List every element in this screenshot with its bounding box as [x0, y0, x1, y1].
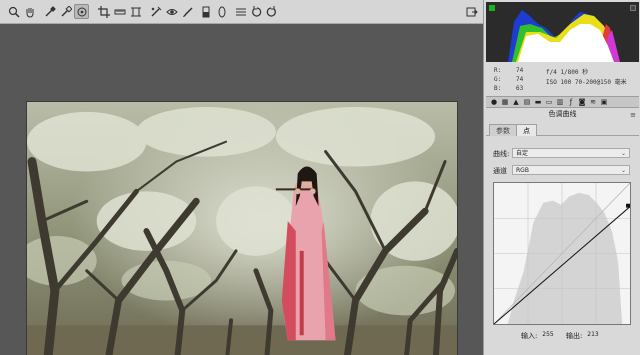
detail-icon[interactable]: ▲	[512, 98, 520, 106]
panel-title: 色调曲线	[486, 109, 639, 120]
rotate-right-icon[interactable]	[263, 4, 278, 19]
curve-select-value: 自定	[516, 150, 529, 157]
input-label: 输入:	[521, 332, 538, 340]
g-label: G:	[494, 76, 502, 83]
r-label: R:	[494, 67, 502, 74]
targeted-adjustment-icon[interactable]	[74, 4, 89, 19]
basic-icon[interactable]: ●	[490, 98, 498, 106]
straighten-icon[interactable]	[112, 4, 127, 19]
snapshots-icon[interactable]: ▣	[600, 98, 608, 106]
shadow-clipping-indicator[interactable]	[489, 5, 495, 11]
lens-corrections-icon[interactable]: ▭	[545, 98, 553, 106]
raw-editor-window: R: 74 G: 74 B: 63 f/4 1/800 秒 ISO 100 70-20…	[0, 0, 640, 355]
output-value[interactable]: 213	[585, 330, 601, 340]
rotate-left-icon[interactable]	[249, 4, 264, 19]
preferences-icon[interactable]	[233, 4, 248, 19]
curve-mode-tabs: 参数 点	[486, 122, 639, 136]
panel-tab-icons: ● ▦ ▲ ▤ ▬ ▭ ▥ ƒ ◙ ≋ ▣	[486, 96, 639, 108]
effects-icon[interactable]: ƒ	[567, 98, 575, 106]
chevron-down-icon: ⌄	[620, 167, 626, 174]
camera-info: f/4 1/800 秒 ISO 100 70-200@150 毫米	[546, 68, 627, 88]
iso-lens-text: ISO 100 70-200@150 毫米	[546, 79, 627, 86]
preview-photo[interactable]	[26, 101, 458, 355]
input-value[interactable]: 255	[540, 330, 556, 340]
red-eye-icon[interactable]	[164, 4, 179, 19]
tab-point[interactable]: 点	[516, 124, 537, 136]
curve-select[interactable]: 自定 ⌄	[512, 148, 630, 158]
output-label: 输出:	[566, 332, 583, 340]
transform-panel-icon[interactable]: ▥	[556, 98, 564, 106]
b-label: B:	[494, 85, 502, 92]
highlight-clipping-indicator[interactable]	[630, 5, 636, 11]
zoom-icon[interactable]	[6, 4, 21, 19]
hsl-icon[interactable]: ▤	[523, 98, 531, 106]
graduated-filter-icon[interactable]	[198, 4, 213, 19]
chevron-down-icon: ⌄	[620, 150, 626, 157]
r-value: 74	[516, 67, 524, 74]
panel-menu-icon[interactable]: ≡	[630, 111, 636, 119]
curve-label: 曲线:	[493, 150, 510, 158]
camera-calibration-icon[interactable]: ◙	[578, 98, 586, 106]
image-canvas[interactable]	[0, 24, 483, 355]
split-toning-icon[interactable]: ▬	[534, 98, 542, 106]
transform-icon[interactable]	[128, 4, 143, 19]
export-icon[interactable]	[464, 4, 479, 19]
g-value: 74	[516, 76, 524, 83]
white-balance-icon[interactable]	[42, 4, 57, 19]
crop-icon[interactable]	[96, 4, 111, 19]
right-panel: R: 74 G: 74 B: 63 f/4 1/800 秒 ISO 100 70-20…	[483, 0, 640, 355]
tone-curve-graph[interactable]	[493, 182, 631, 325]
channel-label: 通道	[493, 167, 507, 175]
presets-icon[interactable]: ≋	[589, 98, 597, 106]
spot-removal-icon[interactable]	[148, 4, 163, 19]
color-sampler-icon[interactable]	[58, 4, 73, 19]
rgb-readout: R: 74 G: 74 B: 63	[494, 66, 538, 93]
adjustment-brush-icon[interactable]	[180, 4, 195, 19]
channel-select[interactable]: RGB ⌄	[512, 165, 630, 175]
info-readout: R: 74 G: 74 B: 63 f/4 1/800 秒 ISO 100 70-20…	[486, 62, 639, 96]
curve-point[interactable]	[626, 203, 630, 208]
exposure-text: f/4 1/800 秒	[546, 69, 589, 76]
tone-curve-icon[interactable]: ▦	[501, 98, 509, 106]
tab-parametric[interactable]: 参数	[489, 124, 517, 136]
histogram	[486, 2, 639, 62]
channel-select-value: RGB	[516, 167, 529, 174]
radial-filter-icon[interactable]	[214, 4, 229, 19]
hand-icon[interactable]	[22, 4, 37, 19]
b-value: 63	[516, 85, 524, 92]
